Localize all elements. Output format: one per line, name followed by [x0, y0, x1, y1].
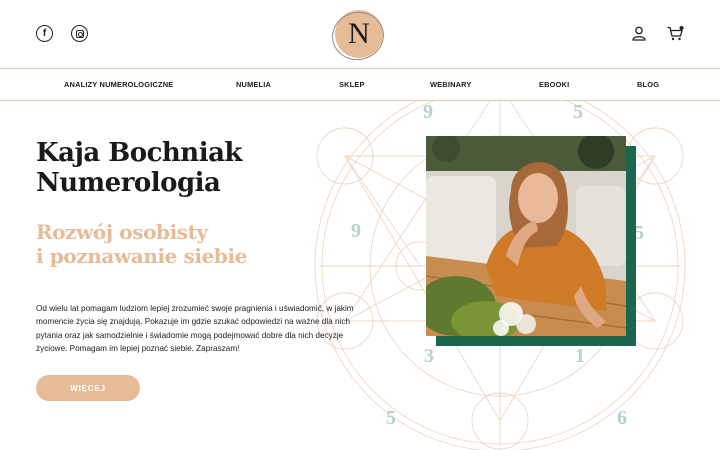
title-line: Kaja Bochniak	[36, 138, 242, 168]
deco-number: 9	[423, 101, 433, 123]
title-line: Numerologia	[36, 168, 221, 198]
facebook-glyph: f	[42, 28, 47, 39]
nav-item-numelia[interactable]: NUMELIA	[236, 80, 271, 89]
site-logo[interactable]: N	[335, 10, 383, 58]
nav-item-sklep[interactable]: SKLEP	[339, 80, 365, 89]
user-icon[interactable]	[632, 26, 646, 41]
nav-item-analizy[interactable]: ANALIZY NUMEROLOGICZNE	[64, 80, 173, 89]
deco-number: 9	[351, 220, 361, 242]
main-nav: ANALIZY NUMEROLOGICZNE NUMELIA SKLEP WEB…	[0, 68, 720, 101]
hero-description: Od wielu lat pomagam ludziom lepiej zroz…	[36, 304, 354, 354]
nav-item-webinary[interactable]: WEBINARY	[430, 80, 472, 89]
more-button[interactable]: WIĘCEJ	[36, 375, 140, 401]
instagram-icon[interactable]	[71, 25, 88, 42]
subtitle-line: Rozwój osobisty	[36, 220, 208, 244]
deco-number: 1	[575, 345, 585, 367]
deco-number: 6	[617, 407, 627, 429]
page-subtitle: Rozwój osobisty i poznawanie siebie	[36, 220, 247, 268]
facebook-icon[interactable]: f	[36, 25, 53, 42]
deco-number: 3	[424, 345, 434, 367]
nav-item-ebooki[interactable]: EBOOKI	[539, 80, 569, 89]
nav-item-blog[interactable]: BLOG	[637, 80, 659, 89]
cart-icon[interactable]	[667, 26, 684, 41]
subtitle-line: i poznawanie siebie	[36, 244, 248, 268]
logo-letter: N	[348, 17, 370, 50]
deco-number: 5	[386, 407, 396, 429]
portrait-photo	[426, 136, 626, 336]
page-title: Kaja Bochniak Numerologia	[36, 138, 242, 198]
deco-number: 5	[573, 101, 583, 123]
site-header: f N	[0, 0, 720, 68]
